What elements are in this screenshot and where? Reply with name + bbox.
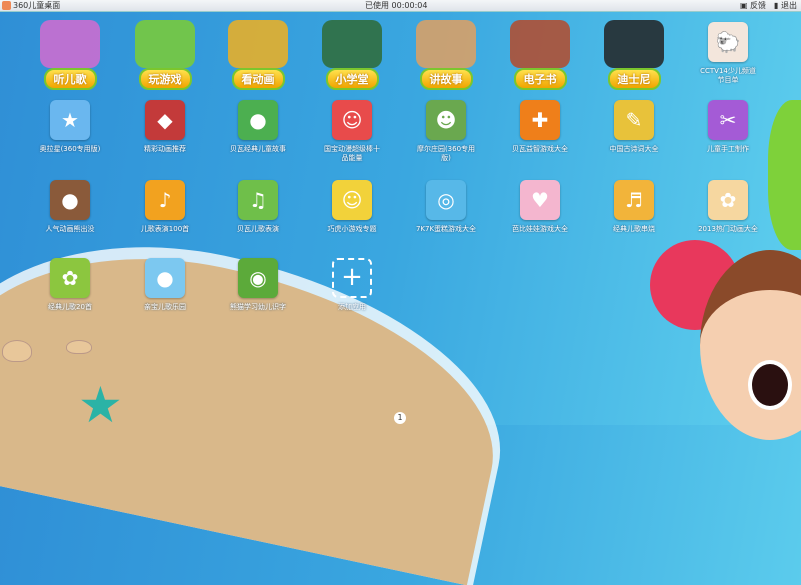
category-label: 迪士尼 xyxy=(607,68,661,90)
app-label: 芭比娃娃游戏大全 xyxy=(512,225,568,233)
app-item[interactable]: ☺ 巧虎小游戏专题 xyxy=(307,180,397,234)
app-icon: ♫ xyxy=(238,180,278,220)
seashell-decoration xyxy=(2,340,32,362)
category-4[interactable]: 讲故事 xyxy=(399,20,493,90)
app-icon: ✎ xyxy=(614,100,654,140)
app-logo-icon xyxy=(2,1,11,10)
seashell-decoration xyxy=(66,340,92,354)
app-label: 7K7K蛋糕游戏大全 xyxy=(415,225,477,233)
plus-icon: + xyxy=(332,258,372,298)
app-item[interactable]: ✿ 2013热门动画大全 xyxy=(683,180,773,234)
category-label: 听儿歌 xyxy=(43,68,97,90)
app-icon: ✚ xyxy=(520,100,560,140)
app-item[interactable]: 🐑 CCTV14少儿频道节目单 xyxy=(683,22,773,85)
app-label: 人气动画熊出没 xyxy=(45,225,95,233)
app-item[interactable]: ◆ 精彩动画推荐 xyxy=(120,100,210,154)
usage-timer: 已使用 00:00:04 xyxy=(365,1,428,10)
app-label: 奥拉星(360专用版) xyxy=(39,145,101,153)
category-label: 讲故事 xyxy=(419,68,473,90)
app-icon: ✿ xyxy=(50,258,90,298)
app-label: 贝瓦儿歌表演 xyxy=(237,225,279,233)
feedback-label: 反馈 xyxy=(750,1,767,10)
app-icon: ◉ xyxy=(238,258,278,298)
app-icon: ◆ xyxy=(145,100,185,140)
app-icon: ☺ xyxy=(332,100,372,140)
category-3[interactable]: 小学堂 xyxy=(305,20,399,90)
app-icon: ● xyxy=(145,258,185,298)
app-item[interactable]: ☻ 摩尔庄园(360专用版) xyxy=(401,100,491,163)
app-icon: ♥ xyxy=(520,180,560,220)
page-indicator[interactable]: 1 xyxy=(394,412,406,424)
category-label: 看动画 xyxy=(231,68,285,90)
girl-singing-icon xyxy=(40,20,100,68)
app-icon: ☻ xyxy=(426,100,466,140)
app-icon: ☺ xyxy=(332,180,372,220)
app-icon: ● xyxy=(238,100,278,140)
add-app-button[interactable]: + 添加应用 xyxy=(307,258,397,312)
app-icon: ● xyxy=(50,180,90,220)
app-label: 亲宝儿歌乐园 xyxy=(144,303,186,311)
category-1[interactable]: 玩游戏 xyxy=(118,20,212,90)
app-item[interactable]: ♪ 儿歌表演100首 xyxy=(120,180,210,234)
chalkboard-icon xyxy=(322,20,382,68)
category-0[interactable]: 听儿歌 xyxy=(23,20,117,90)
app-item[interactable]: ✿ 经典儿歌20首 xyxy=(25,258,115,312)
character-eye xyxy=(748,360,792,410)
app-label: 贝瓦经典儿童故事 xyxy=(230,145,286,153)
app-label: 巧虎小游戏专题 xyxy=(327,225,377,233)
top-bar: 360儿童桌面 已使用 00:00:04 ▣ 反馈 ▮ 退出 xyxy=(0,0,801,12)
app-item[interactable]: ☺ 国宝动漫超级棒十品能量 xyxy=(307,100,397,163)
category-2[interactable]: 看动画 xyxy=(211,20,305,90)
app-item[interactable]: ♬ 经典儿歌串烧 xyxy=(589,180,679,234)
app-label: 儿童手工制作 xyxy=(707,145,749,153)
app-item[interactable]: ✂ 儿童手工制作 xyxy=(683,100,773,154)
app-label: 国宝动漫超级棒十品能量 xyxy=(324,145,380,162)
starfish-decoration: ★ xyxy=(78,376,123,434)
app-label: 添加应用 xyxy=(338,303,366,311)
ebook-icon xyxy=(510,20,570,68)
app-icon: ✂ xyxy=(708,100,748,140)
app-icon: 🐑 xyxy=(708,22,748,62)
category-6[interactable]: 迪士尼 xyxy=(587,20,681,90)
app-label: 摩尔庄园(360专用版) xyxy=(416,145,476,162)
category-5[interactable]: 电子书 xyxy=(493,20,587,90)
app-item[interactable]: ◎ 7K7K蛋糕游戏大全 xyxy=(401,180,491,234)
app-label: 中国古诗词大全 xyxy=(609,145,659,153)
app-icon: ★ xyxy=(50,100,90,140)
app-item[interactable]: ♫ 贝瓦儿歌表演 xyxy=(213,180,303,234)
category-label: 小学堂 xyxy=(325,68,379,90)
app-label: 2013热门动画大全 xyxy=(698,225,758,233)
category-label: 玩游戏 xyxy=(138,68,192,90)
green-monster-icon xyxy=(135,20,195,68)
app-item[interactable]: ★ 奥拉星(360专用版) xyxy=(25,100,115,154)
headphones-icon xyxy=(228,20,288,68)
exit-label: 退出 xyxy=(781,1,797,10)
app-icon: ♪ xyxy=(145,180,185,220)
app-item[interactable]: ✚ 贝瓦益智游戏大全 xyxy=(495,100,585,154)
app-icon: ◎ xyxy=(426,180,466,220)
feedback-button[interactable]: ▣ 反馈 xyxy=(740,0,766,11)
mickey-icon xyxy=(604,20,664,68)
app-icon: ✿ xyxy=(708,180,748,220)
exit-button[interactable]: ▮ 退出 xyxy=(774,0,797,11)
app-label: 熊猫学习幼儿识字 xyxy=(230,303,286,311)
app-item[interactable]: ● 人气动画熊出没 xyxy=(25,180,115,234)
app-label: CCTV14少儿频道节目单 xyxy=(700,67,756,84)
app-item[interactable]: ✎ 中国古诗词大全 xyxy=(589,100,679,154)
app-label: 儿歌表演100首 xyxy=(140,225,190,233)
category-label: 电子书 xyxy=(513,68,567,90)
book-reading-icon xyxy=(416,20,476,68)
app-title: 360儿童桌面 xyxy=(13,1,61,10)
app-item[interactable]: ● 贝瓦经典儿童故事 xyxy=(213,100,303,154)
app-item[interactable]: ♥ 芭比娃娃游戏大全 xyxy=(495,180,585,234)
app-label: 贝瓦益智游戏大全 xyxy=(512,145,568,153)
app-icon: ♬ xyxy=(614,180,654,220)
app-item[interactable]: ◉ 熊猫学习幼儿识字 xyxy=(213,258,303,312)
app-label: 经典儿歌串烧 xyxy=(613,225,655,233)
app-label: 经典儿歌20首 xyxy=(48,303,92,311)
app-label: 精彩动画推荐 xyxy=(144,145,186,153)
app-item[interactable]: ● 亲宝儿歌乐园 xyxy=(120,258,210,312)
